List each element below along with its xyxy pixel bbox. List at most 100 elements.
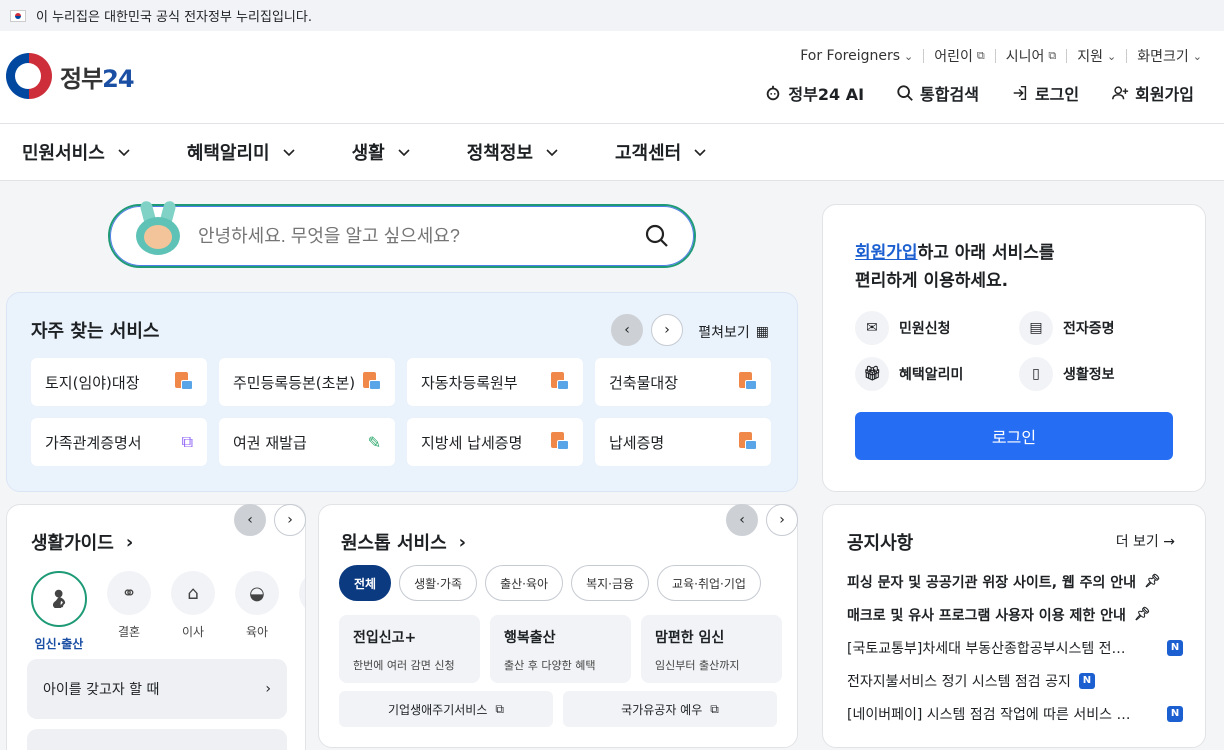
life-cat-childcare[interactable]: ◒ 육아 — [235, 571, 279, 652]
chevron-down-icon: ⌄ — [904, 49, 914, 63]
util-for-foreigners[interactable]: For Foreigners ⌄ — [800, 48, 913, 64]
link-business-lifecycle[interactable]: 기업생애주기서비스 ⧉ — [339, 691, 553, 727]
integrated-search-button[interactable]: 통합검색 — [896, 81, 979, 105]
expand-button[interactable]: 펼쳐보기 ▦ — [698, 322, 769, 342]
frequent-grid: 토지(임야)대장 주민등록등본(초본) 자동차등록원부 건축물대장 가족관계증명… — [31, 358, 771, 466]
login-panel: 회원가입하고 아래 서비스를 편리하게 이용하세요. ✉ 민원신청 ▤ 전자증명 🎁… — [822, 204, 1206, 492]
chip-all[interactable]: 전체 — [339, 565, 392, 601]
service-card-passport-reissue[interactable]: 여권 재발급 ✎ — [219, 418, 395, 466]
house-icon: ⌂ — [171, 571, 215, 615]
notice-item[interactable]: 전자지불서비스 정기 시스템 점검 공지 N — [847, 664, 1183, 697]
prev-button[interactable]: ‹ — [611, 314, 643, 346]
next-button[interactable]: › — [651, 314, 683, 346]
life-cat-moving[interactable]: ⌂ 이사 — [171, 571, 215, 652]
certificate-icon: ▤ — [1019, 311, 1053, 345]
search-icon[interactable] — [644, 223, 670, 249]
notice-item[interactable]: 매크로 및 유사 프로그램 사용자 이용 제한 안내 📌︎ — [847, 598, 1183, 631]
new-badge: N — [1167, 705, 1183, 722]
link-patriots-honor[interactable]: 국가유공자 예우 ⧉ — [563, 691, 777, 727]
service-card-building-register[interactable]: 건축물대장 — [595, 358, 771, 406]
taegeuk-logo-icon — [6, 53, 52, 99]
tile-move-in-report[interactable]: 전입신고+ 한번에 여러 감면 신청 — [339, 615, 480, 683]
document-icon — [739, 372, 757, 392]
chevron-right-icon: › — [265, 681, 271, 697]
service-card-local-tax[interactable]: 지방세 납세증명 — [407, 418, 583, 466]
life-guide-row[interactable]: 아이를 갖고자 할 때 › — [27, 659, 287, 719]
pin-icon: 📌︎ — [1144, 574, 1161, 589]
login-icon — [1013, 85, 1027, 101]
next-button[interactable]: › — [766, 504, 798, 536]
service-card-land-register[interactable]: 토지(임야)대장 — [31, 358, 207, 406]
login-link[interactable]: 로그인 — [1011, 81, 1079, 105]
notice-item[interactable]: [국토교통부]차세대 부동산종합공부시스템 전환… N — [847, 631, 1183, 664]
search-icon — [897, 85, 913, 101]
chevron-down-icon: ⌄ — [1192, 49, 1202, 63]
nav-customer-center[interactable]: 고객센터 — [615, 139, 707, 165]
util-support[interactable]: 지원 ⌄ — [1077, 46, 1116, 66]
chip-welfare-finance[interactable]: 복지·금융 — [571, 565, 650, 601]
nav-benefit-alert[interactable]: 혜택알리미 — [187, 139, 296, 165]
korea-flag-icon — [10, 9, 26, 22]
health-icon: ✚ — [299, 571, 305, 615]
gov24-ai-button[interactable]: 정부24 AI — [764, 81, 864, 105]
frequent-carousel-nav: ‹ › — [611, 314, 683, 346]
external-link-icon: ⧉ — [976, 49, 985, 62]
external-link-icon: ⧉ — [181, 432, 193, 451]
notice-item[interactable]: [네이버페이] 시스템 점검 작업에 따른 서비스 일… N — [847, 697, 1183, 730]
chip-birth-childcare[interactable]: 출산·육아 — [485, 565, 564, 601]
prev-button[interactable]: ‹ — [726, 504, 758, 536]
chip-life-family[interactable]: 생활·가족 — [399, 565, 478, 601]
more-link[interactable]: 더 보기 → — [1116, 531, 1175, 551]
life-cat-pregnancy[interactable]: 🤰︎ 임신·출산 — [31, 571, 87, 652]
prev-button[interactable]: ‹ — [234, 504, 266, 536]
gov-banner: 이 누리집은 대한민국 공식 전자정부 누리집입니다. — [0, 0, 1224, 31]
svc-life-info[interactable]: ▯ 생활정보 — [1019, 357, 1115, 391]
header-actions: 정부24 AI 통합검색 로그인 회원가입 — [764, 81, 1194, 105]
signup-inline-link[interactable]: 회원가입 — [855, 243, 918, 263]
tile-easy-pregnancy[interactable]: 맘편한 임신 임신부터 출산까지 — [641, 615, 782, 683]
login-message: 회원가입하고 아래 서비스를 편리하게 이용하세요. — [855, 243, 1055, 291]
life-cat-health[interactable]: ✚보건 — [299, 571, 305, 652]
notice-list: 피싱 문자 및 공공기관 위장 사이트, 웹 주의 안내 📌︎ 매크로 및 유사 … — [847, 565, 1183, 730]
search-input[interactable] — [198, 225, 644, 247]
document-icon — [175, 372, 193, 392]
tile-happy-birth[interactable]: 행복출산 출산 후 다양한 혜택 — [490, 615, 631, 683]
utility-menu: For Foreigners ⌄ 어린이 ⧉ 시니어 ⧉ 지원 ⌄ 화면크기 ⌄ — [800, 46, 1202, 66]
svc-e-certificate[interactable]: ▤ 전자증명 — [1019, 311, 1115, 345]
gov24-logo[interactable]: 정부24 — [6, 53, 135, 99]
nav-life[interactable]: 생활 — [352, 139, 411, 165]
onestop-title[interactable]: 원스톱 서비스 › — [341, 529, 466, 555]
logo-text: 정부24 — [60, 64, 135, 93]
svc-benefit-alert[interactable]: 🎁︎ 혜택알리미 — [855, 357, 963, 391]
edit-icon: ✎ — [367, 432, 381, 452]
bookmark-icon: ▯ — [1019, 357, 1053, 391]
nav-civil-services[interactable]: 민원서비스 — [22, 139, 131, 165]
notice-item[interactable]: 피싱 문자 및 공공기관 위장 사이트, 웹 주의 안내 📌︎ — [847, 565, 1183, 598]
life-guide-title[interactable]: 생활가이드 › — [31, 529, 133, 555]
chevron-right-icon: › — [125, 531, 134, 553]
nav-policy-info[interactable]: 정책정보 — [467, 139, 559, 165]
life-guide-row[interactable] — [27, 729, 287, 750]
util-screen-size[interactable]: 화면크기 ⌄ — [1137, 46, 1202, 66]
util-kids[interactable]: 어린이 ⧉ — [934, 46, 985, 66]
new-badge: N — [1078, 672, 1095, 689]
chevron-right-icon: › — [458, 531, 467, 553]
life-guide: 생활가이드› 🤰︎임신·출산 ⚭결혼 ⌂이사 ◒육아 ✚보건 아이를 갖고자 할… — [6, 504, 306, 750]
service-card-family-relation[interactable]: 가족관계증명서 ⧉ — [31, 418, 207, 466]
login-button[interactable]: 로그인 — [855, 412, 1173, 460]
life-categories: 🤰︎임신·출산 ⚭결혼 ⌂이사 ◒육아 ✚보건 — [31, 571, 305, 652]
chevron-down-icon — [118, 149, 130, 157]
life-cat-marriage[interactable]: ⚭ 결혼 — [107, 571, 151, 652]
svc-civil-application[interactable]: ✉ 민원신청 — [855, 311, 951, 345]
next-button[interactable]: › — [274, 504, 306, 536]
service-card-resident-register[interactable]: 주민등록등본(초본) — [219, 358, 395, 406]
external-link-icon: ⧉ — [710, 701, 719, 716]
util-senior[interactable]: 시니어 ⧉ — [1006, 46, 1057, 66]
document-icon — [551, 372, 569, 392]
service-card-tax-certificate[interactable]: 납세증명 — [595, 418, 771, 466]
signup-link[interactable]: 회원가입 — [1111, 81, 1194, 105]
service-card-vehicle-register[interactable]: 자동차등록원부 — [407, 358, 583, 406]
divider — [1126, 49, 1128, 63]
notice-title: 공지사항 — [847, 533, 914, 554]
chip-education-job-business[interactable]: 교육·취업·기업 — [657, 565, 761, 601]
